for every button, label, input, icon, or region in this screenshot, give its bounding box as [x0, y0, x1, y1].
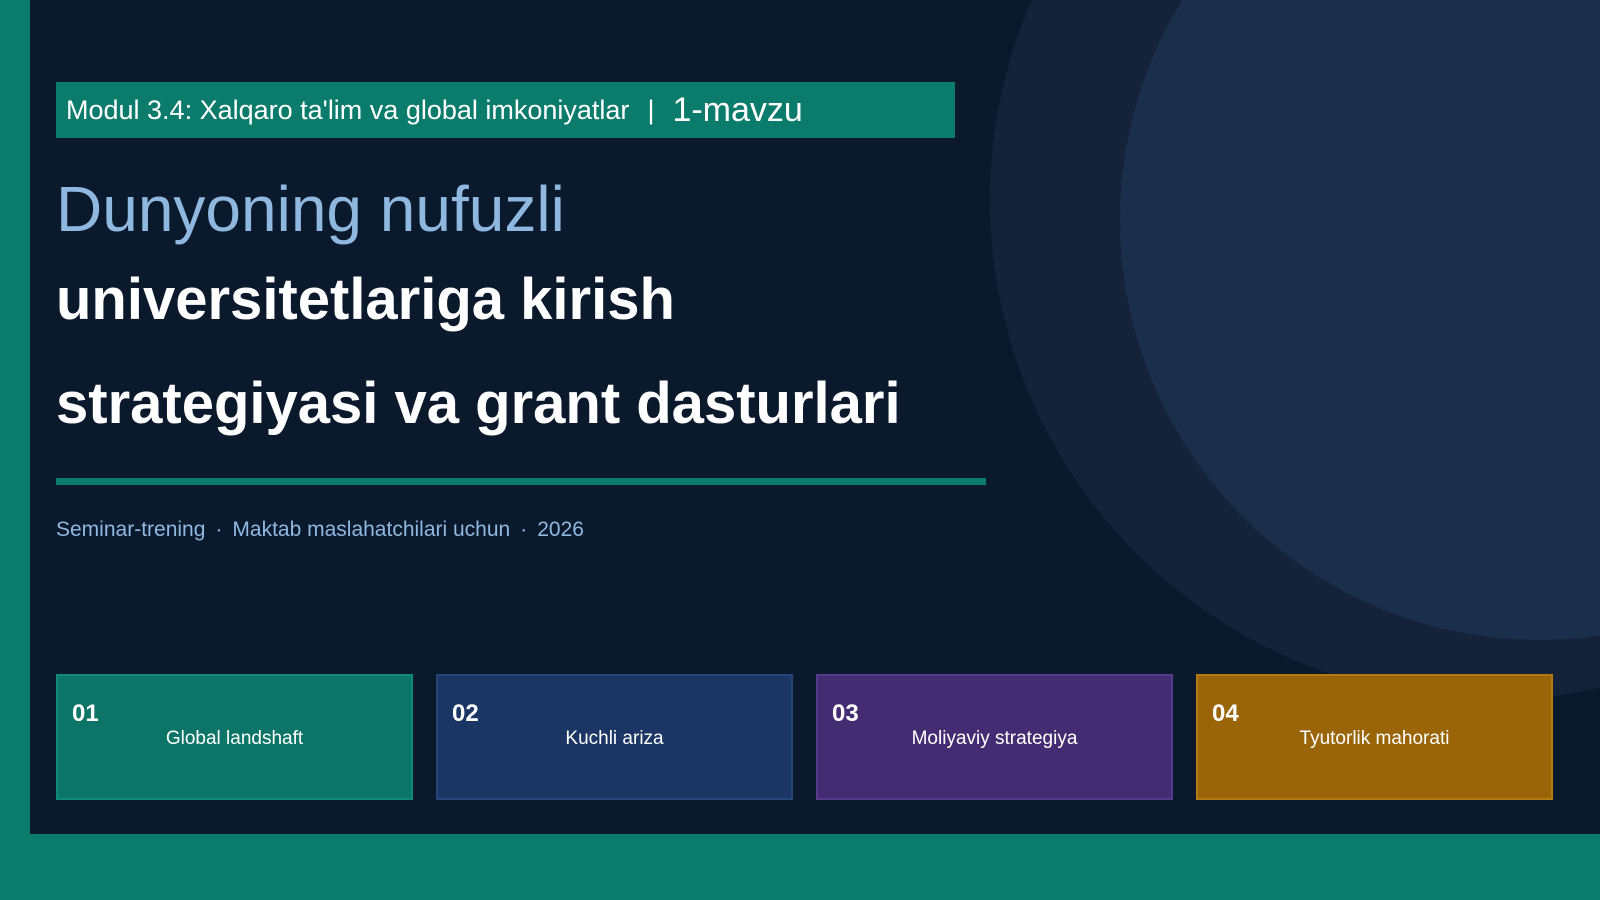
- card-number: 01: [72, 700, 99, 727]
- card-label: Global landshaft: [165, 728, 304, 749]
- subtitle-audience: Maktab maslahatchilari uchun: [232, 518, 511, 541]
- module-topic: 1-mavzu: [672, 90, 803, 129]
- module-banner: Modul 3.4: Xalqaro ta'lim va global imko…: [56, 82, 955, 138]
- card-label: Moliyaviy strategiya: [911, 728, 1078, 749]
- subtitle-format: Seminar-trening: [56, 518, 206, 541]
- subtitle: Seminar-trening · Maktab maslahatchilari u…: [56, 518, 584, 542]
- title-line-3: strategiyasi va grant dasturlari: [56, 371, 901, 436]
- title-line-2: universitetlariga kirish: [56, 267, 675, 332]
- card-label: Kuchli ariza: [565, 728, 664, 749]
- card-label: Tyutorlik mahorati: [1299, 728, 1450, 749]
- module-title: Modul 3.4: Xalqaro ta'lim va global imko…: [66, 94, 630, 125]
- topic-cards: 01 Global landshaft 02 Kuchli ariza 03 M…: [56, 674, 1556, 800]
- title-divider: [56, 478, 986, 485]
- topic-card-1[interactable]: 01 Global landshaft: [56, 674, 413, 800]
- topic-card-2[interactable]: 02 Kuchli ariza: [436, 674, 793, 800]
- slide: Modul 3.4: Xalqaro ta'lim va global imko…: [30, 0, 1600, 834]
- module-separator: |: [647, 94, 655, 125]
- card-number: 02: [452, 700, 479, 727]
- topic-card-4[interactable]: 04 Tyutorlik mahorati: [1196, 674, 1553, 800]
- card-number: 03: [832, 700, 859, 727]
- topic-card-3[interactable]: 03 Moliyaviy strategiya: [816, 674, 1173, 800]
- subtitle-dot: ·: [520, 518, 528, 541]
- title-line-1: Dunyoning nufuzli: [56, 173, 565, 245]
- subtitle-year: 2026: [537, 518, 584, 541]
- card-number: 04: [1212, 700, 1239, 727]
- subtitle-dot: ·: [215, 518, 223, 541]
